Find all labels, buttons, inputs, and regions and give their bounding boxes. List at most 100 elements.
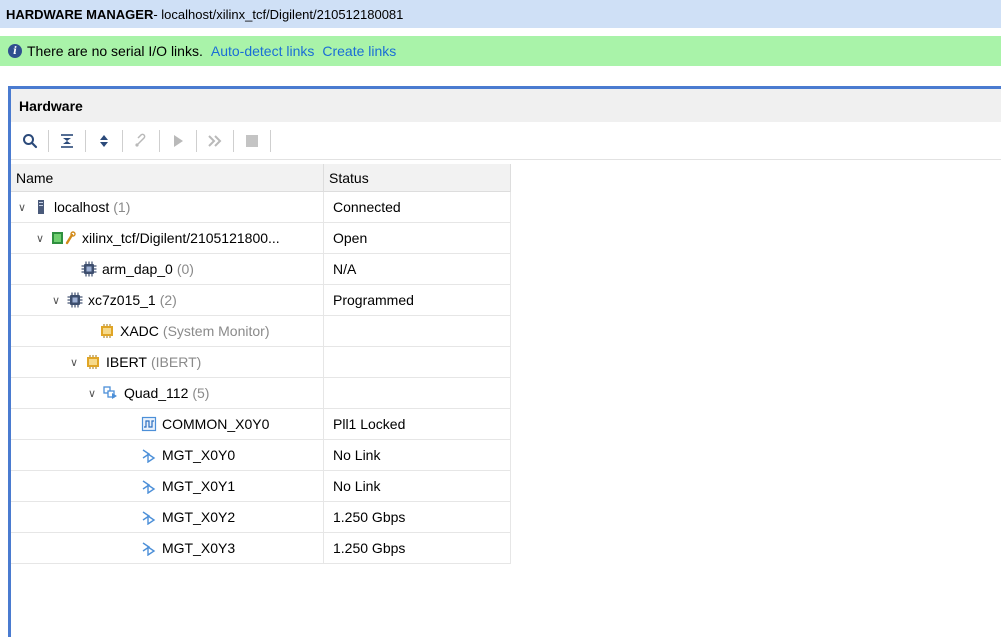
toolbar-separator (196, 129, 197, 152)
hardware-toolbar (11, 122, 1001, 160)
chevron-down-icon[interactable]: ∨ (67, 356, 81, 369)
table-row[interactable]: ∨ localhost (1) Connected (11, 192, 511, 223)
table-row[interactable]: ∨ COMMON_X0Y0 Pll1 Locked (11, 409, 511, 440)
toolbar-separator (233, 129, 234, 152)
row-label: xc7z015_1 (88, 292, 156, 308)
chevron-down-icon[interactable]: ∨ (15, 201, 29, 214)
name-cell: ∨ localhost (1) (11, 192, 324, 222)
row-label: xilinx_tcf/Digilent/2105121800... (82, 230, 280, 246)
row-count: (System Monitor) (162, 323, 270, 339)
row-label: IBERT (106, 354, 147, 370)
row-label: MGT_X0Y2 (162, 509, 236, 525)
status-cell: 1.250 Gbps (324, 533, 511, 563)
info-icon: i (8, 44, 22, 58)
collapse-all-icon[interactable] (56, 130, 78, 152)
title-prefix: HARDWARE MANAGER (6, 6, 154, 22)
table-header: Name Status (11, 164, 511, 192)
common-icon (141, 416, 157, 432)
status-cell: No Link (324, 471, 511, 501)
column-header-name[interactable]: Name (11, 164, 324, 191)
server-icon (33, 199, 49, 215)
table-row[interactable]: ∨ XADC (System Monitor) (11, 316, 511, 347)
mgt-icon (141, 509, 157, 525)
toolbar-separator (270, 129, 271, 152)
row-label: XADC (120, 323, 159, 339)
toolbar-separator (159, 129, 160, 152)
debug-core-icon (99, 323, 115, 339)
name-cell: ∨ MGT_X0Y0 (11, 440, 324, 470)
table-row[interactable]: ∨ MGT_X0Y3 1.250 Gbps (11, 533, 511, 564)
row-label: arm_dap_0 (102, 261, 173, 277)
table-row[interactable]: ∨ arm_dap_0 (0) N/A (11, 254, 511, 285)
row-count: (0) (176, 261, 194, 277)
row-label: Quad_112 (124, 385, 189, 401)
debug-core-icon (85, 354, 101, 370)
row-label: localhost (54, 199, 110, 215)
column-header-status[interactable]: Status (324, 164, 511, 191)
table-row[interactable]: ∨ MGT_X0Y2 1.250 Gbps (11, 502, 511, 533)
run-all-icon[interactable] (204, 130, 226, 152)
serial-io-info-bar: i There are no serial I/O links. Auto-de… (0, 36, 1001, 66)
row-label: MGT_X0Y0 (162, 447, 236, 463)
name-cell: ∨ arm_dap_0 (0) (11, 254, 324, 284)
name-cell: ∨ MGT_X0Y3 (11, 533, 324, 563)
table-row[interactable]: ∨ IBERT (IBERT) (11, 347, 511, 378)
hardware-tree-table: Name Status ∨ localhost (1) Connected ∨ (11, 164, 511, 564)
table-row[interactable]: ∨ xc7z015_1 (2) Programmed (11, 285, 511, 316)
target-icon (51, 230, 77, 246)
row-label: MGT_X0Y3 (162, 540, 236, 556)
mgt-icon (141, 540, 157, 556)
status-cell: Programmed (324, 285, 511, 315)
status-cell: Connected (324, 192, 511, 222)
name-cell: ∨ MGT_X0Y2 (11, 502, 324, 532)
name-cell: ∨ MGT_X0Y1 (11, 471, 324, 501)
mgt-icon (141, 447, 157, 463)
status-cell: No Link (324, 440, 511, 470)
chevron-down-icon[interactable]: ∨ (33, 232, 47, 245)
status-cell (324, 316, 511, 346)
status-cell: Open (324, 223, 511, 253)
row-count: (2) (159, 292, 177, 308)
table-row[interactable]: ∨ MGT_X0Y0 No Link (11, 440, 511, 471)
hardware-panel-header: Hardware (11, 89, 1001, 122)
table-row[interactable]: ∨ xilinx_tcf/Digilent/2105121800... Open (11, 223, 511, 254)
chevron-down-icon[interactable]: ∨ (49, 294, 63, 307)
row-count: (1) (113, 199, 131, 215)
chevron-down-icon[interactable]: ∨ (85, 387, 99, 400)
table-row[interactable]: ∨ Quad_112 (5) (11, 378, 511, 409)
stop-icon[interactable] (241, 130, 263, 152)
table-row[interactable]: ∨ MGT_X0Y1 No Link (11, 471, 511, 502)
panel-title: Hardware (19, 97, 83, 114)
run-icon[interactable] (167, 130, 189, 152)
expand-all-icon[interactable] (93, 130, 115, 152)
name-cell: ∨ Quad_112 (5) (11, 378, 324, 408)
create-links-link[interactable]: Create links (322, 43, 396, 59)
row-label: MGT_X0Y1 (162, 478, 236, 494)
status-cell: 1.250 Gbps (324, 502, 511, 532)
row-count: (5) (192, 385, 210, 401)
title-path: - localhost/xilinx_tcf/Digilent/21051218… (153, 6, 404, 22)
row-label: COMMON_X0Y0 (162, 416, 270, 432)
status-cell (324, 347, 511, 377)
hardware-panel: Hardware Name Status ∨ localhost (1) Con… (8, 86, 1001, 637)
info-message: There are no serial I/O links. (27, 43, 203, 59)
toolbar-separator (48, 129, 49, 152)
name-cell: ∨ XADC (System Monitor) (11, 316, 324, 346)
hardware-manager-title-bar: HARDWARE MANAGER - localhost/xilinx_tcf/… (0, 0, 1001, 28)
status-cell (324, 378, 511, 408)
auto-detect-links-link[interactable]: Auto-detect links (211, 43, 315, 59)
row-count: (IBERT) (150, 354, 202, 370)
chip-icon (81, 261, 97, 277)
quad-icon (103, 385, 119, 401)
name-cell: ∨ IBERT (IBERT) (11, 347, 324, 377)
status-cell: Pll1 Locked (324, 409, 511, 439)
mgt-icon (141, 478, 157, 494)
status-cell: N/A (324, 254, 511, 284)
name-cell: ∨ xc7z015_1 (2) (11, 285, 324, 315)
name-cell: ∨ COMMON_X0Y0 (11, 409, 324, 439)
toolbar-separator (122, 129, 123, 152)
chip-icon (67, 292, 83, 308)
search-icon[interactable] (19, 130, 41, 152)
name-cell: ∨ xilinx_tcf/Digilent/2105121800... (11, 223, 324, 253)
auto-connect-icon[interactable] (130, 130, 152, 152)
